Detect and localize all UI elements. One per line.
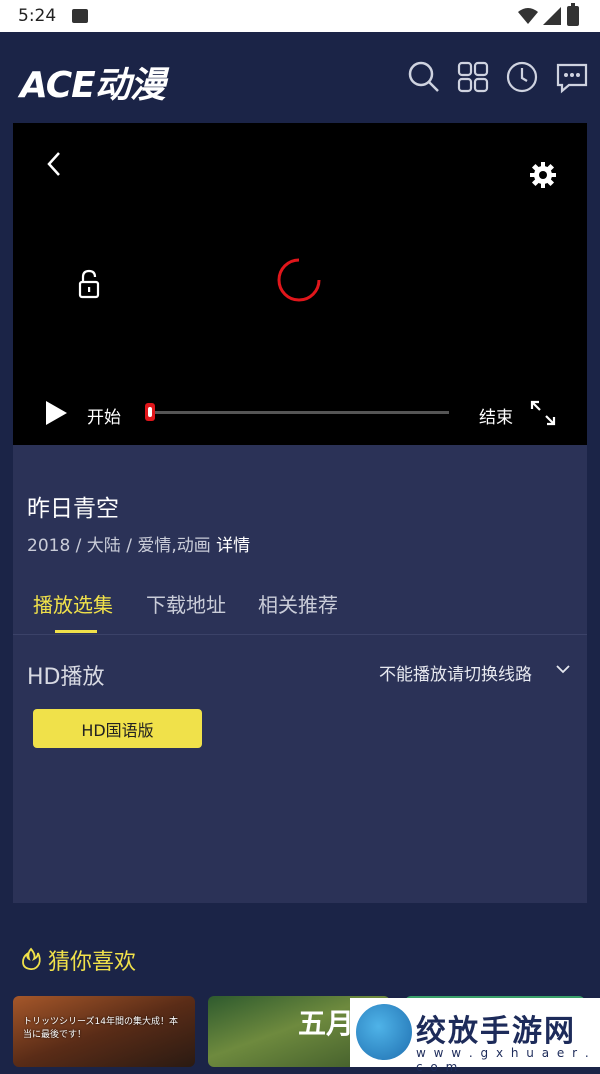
settings-gear-icon[interactable]: [529, 161, 557, 189]
status-bar: 5:24: [0, 0, 600, 32]
message-icon[interactable]: [555, 60, 589, 94]
episode-button[interactable]: HD国语版: [33, 709, 202, 748]
back-arrow-icon[interactable]: [45, 151, 63, 177]
card-banner-text: トリッツシリーズ14年間の集大成！本当に最後です！: [23, 1017, 179, 1040]
site-watermark: 绞放手游网 w w w . g x h u a e r . c o m: [350, 998, 600, 1074]
active-tab-indicator: [55, 630, 97, 633]
unlock-icon[interactable]: [77, 269, 101, 299]
video-player[interactable]: 开始 结束: [13, 123, 587, 445]
tab-episodes[interactable]: 播放选集: [33, 589, 113, 618]
chevron-down-icon[interactable]: [555, 663, 571, 675]
video-meta-text: 2018 / 大陆 / 爱情,动画: [27, 536, 211, 556]
history-clock-icon[interactable]: [505, 60, 539, 94]
flame-icon: [22, 947, 41, 971]
search-icon[interactable]: [407, 60, 441, 94]
app-bar: ACE动漫: [0, 32, 600, 122]
video-meta: 2018 / 大陆 / 爱情,动画 详情: [27, 531, 250, 556]
category-grid-icon[interactable]: [456, 60, 490, 94]
switch-route-dropdown[interactable]: 不能播放请切换线路: [379, 660, 532, 685]
video-title: 昨日青空: [27, 496, 119, 522]
status-time: 5:24: [18, 6, 57, 26]
signal-icon: [543, 7, 561, 25]
episode-section-title: HD播放: [27, 665, 105, 690]
watermark-text: 绞放手游网: [416, 1014, 576, 1049]
tab-bar: 播放选集 下载地址 相关推荐: [13, 579, 587, 635]
loading-spinner-icon: [277, 258, 321, 302]
start-time-label: 开始: [87, 408, 121, 428]
progress-thumb[interactable]: [145, 403, 155, 421]
tab-related[interactable]: 相关推荐: [258, 589, 338, 618]
recommend-title: 猜你喜欢: [48, 950, 137, 975]
video-info-panel: 昨日青空 2018 / 大陆 / 爱情,动画 详情 播放选集 下载地址 相关推荐…: [13, 445, 587, 903]
progress-bar[interactable]: [145, 403, 449, 421]
image-notification-icon: [72, 9, 88, 23]
fullscreen-icon[interactable]: [529, 399, 557, 427]
card-title-art: 五月: [298, 1007, 355, 1040]
wifi-icon: [518, 8, 538, 24]
battery-icon: [567, 3, 579, 26]
details-link[interactable]: 详情: [216, 536, 250, 556]
tab-download[interactable]: 下载地址: [146, 589, 226, 618]
end-time-label: 结束: [479, 408, 513, 428]
play-icon[interactable]: [43, 399, 69, 427]
app-logo[interactable]: ACE动漫: [20, 56, 166, 108]
recommend-card[interactable]: トリッツシリーズ14年間の集大成！本当に最後です！: [13, 996, 195, 1067]
watermark-url: w w w . g x h u a e r . c o m: [416, 1046, 591, 1074]
octopus-logo-icon: [356, 1004, 412, 1060]
